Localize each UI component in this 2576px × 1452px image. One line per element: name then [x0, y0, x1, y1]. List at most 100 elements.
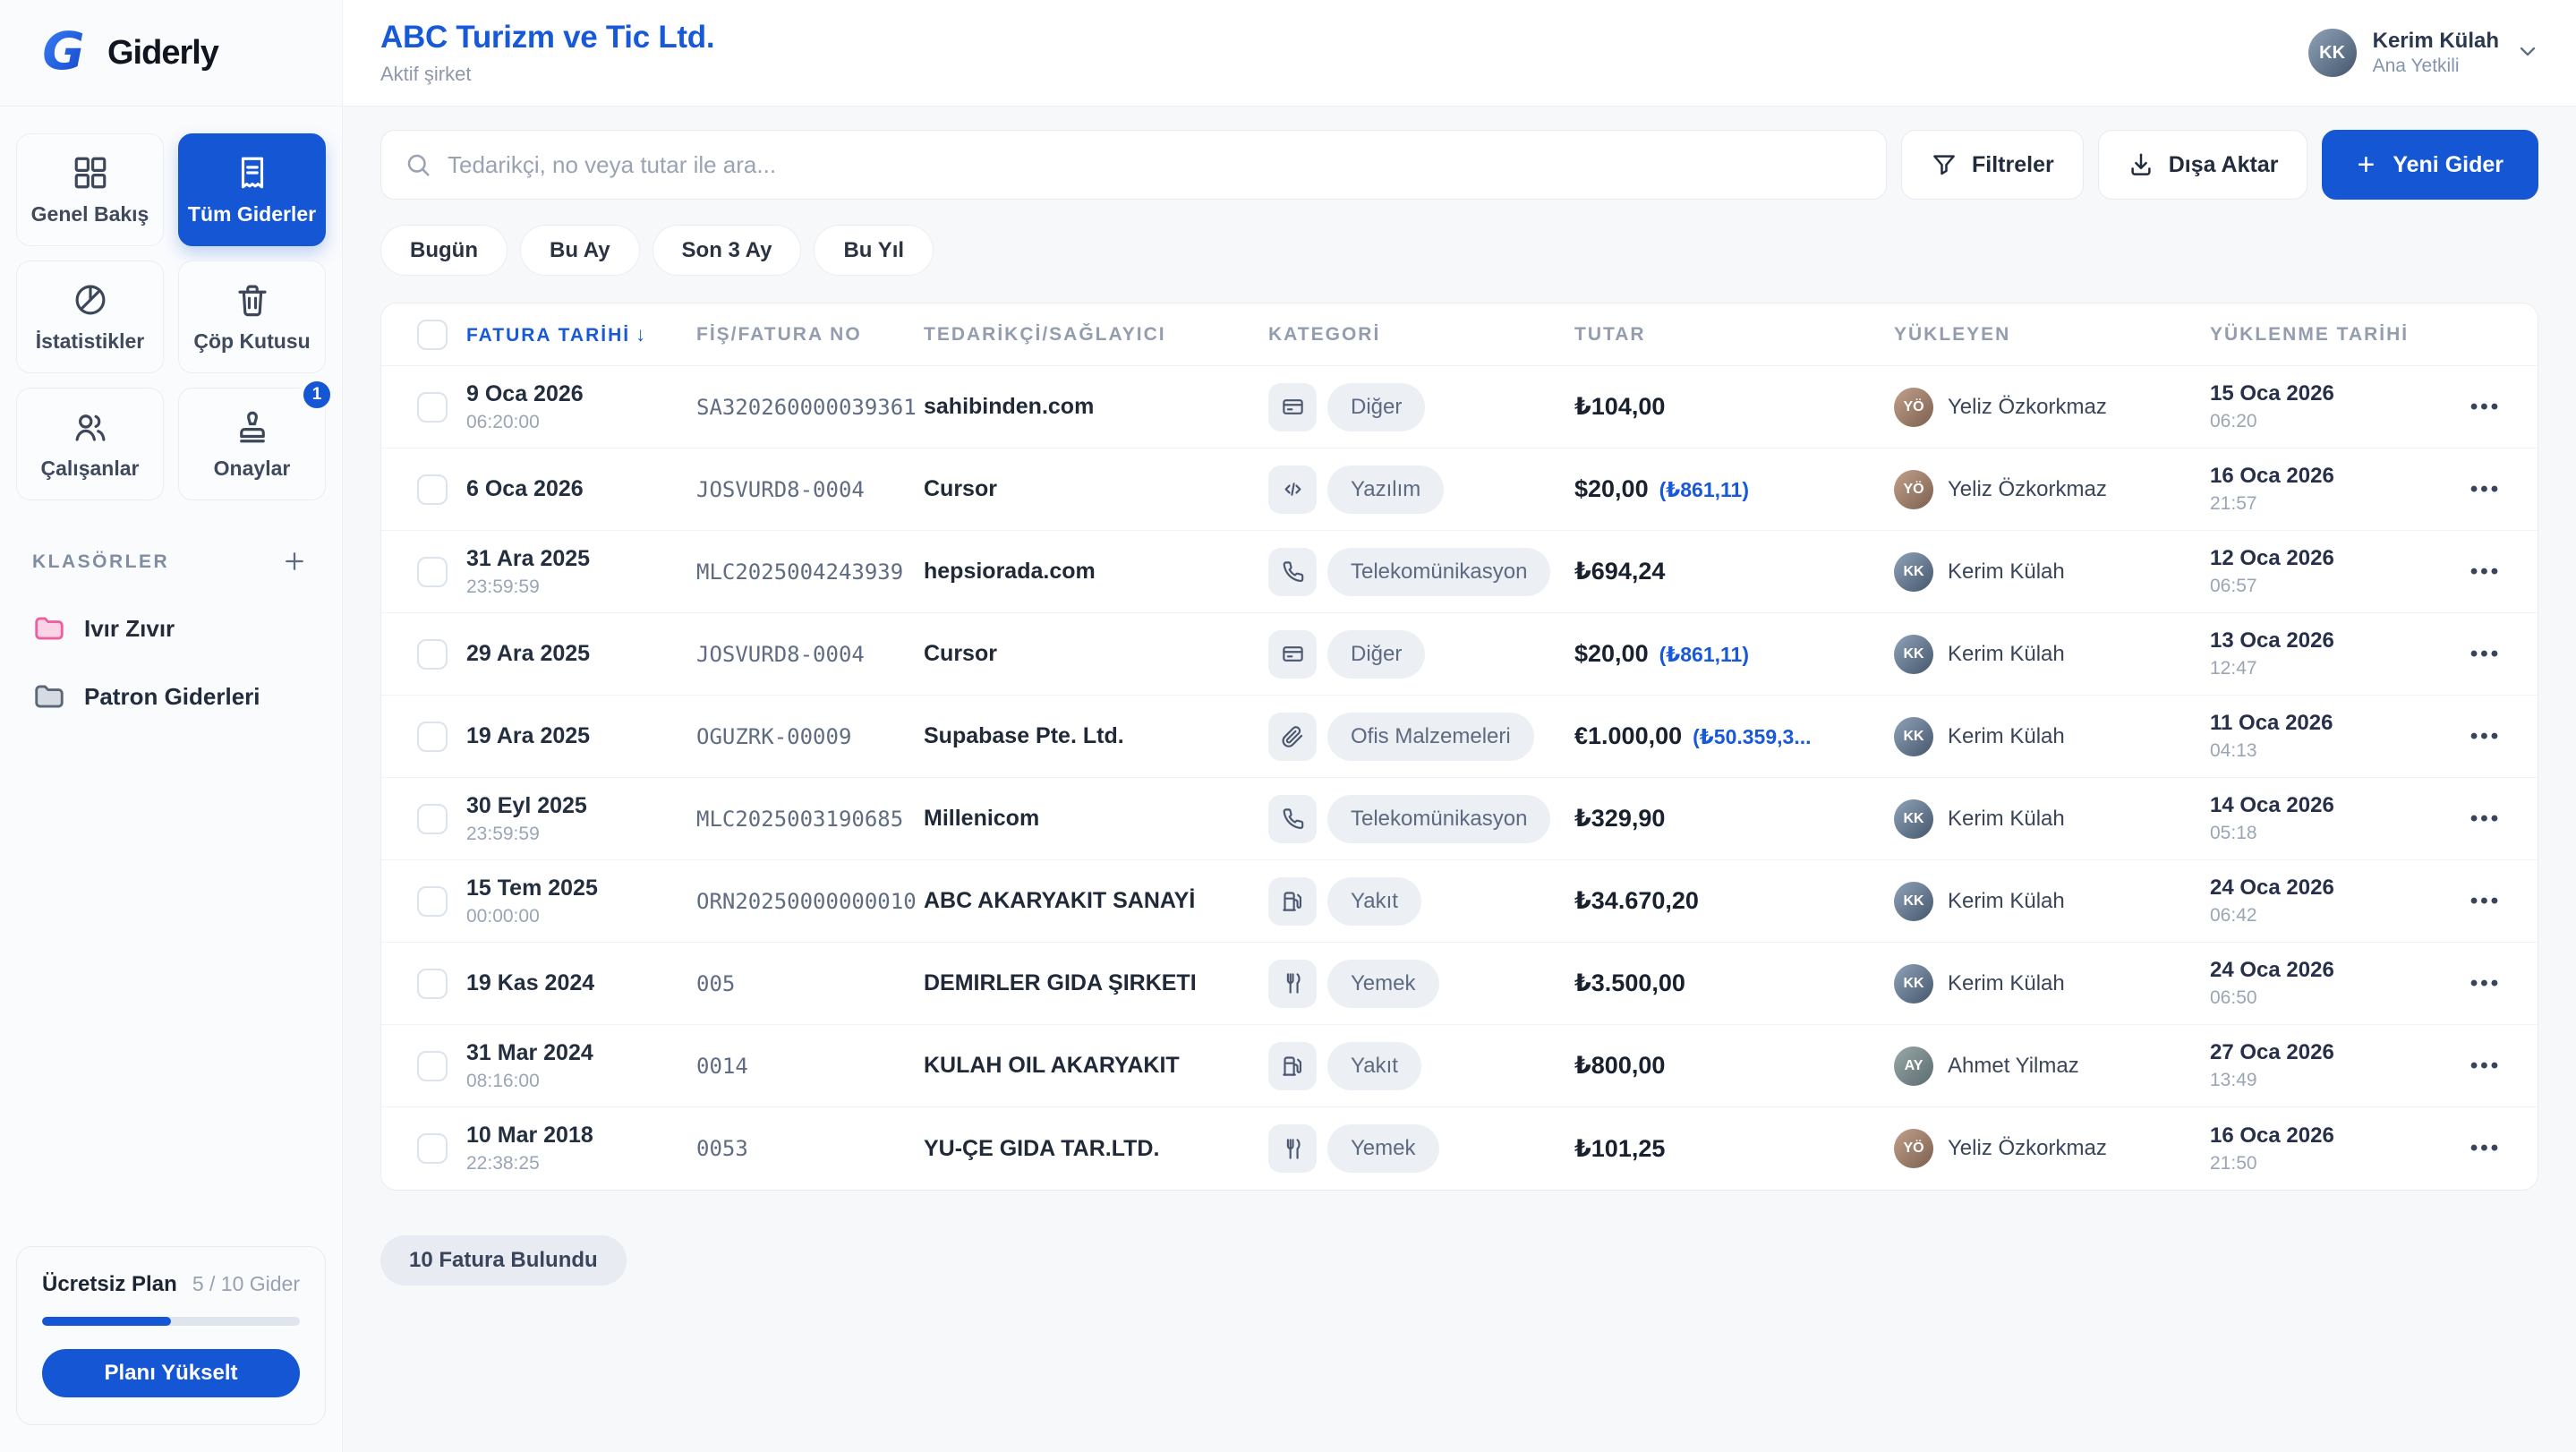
- table-row[interactable]: 19 Ara 2025OGUZRK-00009Supabase Pte. Ltd…: [381, 696, 2538, 778]
- category-cell: Diğer: [1268, 630, 1574, 679]
- table-row[interactable]: 6 Oca 2026JOSVURD8-0004CursorYazılım$20,…: [381, 448, 2538, 531]
- category-chip: Yemek: [1327, 1124, 1439, 1173]
- column-header[interactable]: FATURA TARİHİ↓: [466, 323, 696, 346]
- column-header[interactable]: FİŞ/FATURA NO: [696, 324, 924, 346]
- quick-filter-chip[interactable]: Bu Yıl: [814, 225, 934, 276]
- sidebar-item-users[interactable]: Çalışanlar: [16, 388, 164, 500]
- row-menu-button[interactable]: •••: [2470, 889, 2501, 914]
- avatar: KK: [1894, 635, 1933, 674]
- add-folder-button[interactable]: [279, 547, 310, 577]
- category-icon-badge: [1268, 795, 1317, 843]
- upload-date-cell: 16 Oca 202621:57: [2210, 464, 2434, 515]
- row-checkbox[interactable]: [417, 1051, 448, 1081]
- row-checkbox[interactable]: [417, 969, 448, 999]
- row-checkbox[interactable]: [417, 886, 448, 917]
- new-expense-button[interactable]: + Yeni Gider: [2322, 130, 2538, 200]
- row-menu-button[interactable]: •••: [2470, 1054, 2501, 1079]
- select-all-checkbox[interactable]: [417, 320, 448, 350]
- amount-cell: ₺34.670,20: [1574, 887, 1894, 915]
- row-checkbox[interactable]: [417, 1133, 448, 1164]
- row-menu-button[interactable]: •••: [2470, 642, 2501, 667]
- paperclip-icon: [1281, 724, 1305, 748]
- stamp-icon: [234, 408, 271, 446]
- row-menu-button[interactable]: •••: [2470, 559, 2501, 585]
- row-checkbox[interactable]: [417, 557, 448, 587]
- category-cell: Telekomünikasyon: [1268, 795, 1574, 843]
- table-row[interactable]: 31 Ara 202523:59:59MLC2025004243939hepsi…: [381, 531, 2538, 613]
- row-checkbox[interactable]: [417, 474, 448, 505]
- category-chip: Telekomünikasyon: [1327, 548, 1550, 596]
- row-actions: •••: [2434, 807, 2538, 832]
- row-actions: •••: [2434, 971, 2538, 996]
- column-header[interactable]: YÜKLEYEN: [1894, 324, 2210, 346]
- trash-icon: [234, 281, 271, 319]
- quick-filter-chip[interactable]: Bugün: [380, 225, 508, 276]
- user-name: Kerim Külah: [2373, 29, 2499, 54]
- folders-title: KLASÖRLER: [32, 551, 169, 573]
- table-row[interactable]: 9 Oca 202606:20:00SA320260000039361sahib…: [381, 366, 2538, 448]
- quick-filter-chip[interactable]: Bu Ay: [520, 225, 640, 276]
- sidebar-item-stamp[interactable]: Onaylar1: [178, 388, 326, 500]
- filters-button[interactable]: Filtreler: [1901, 130, 2084, 200]
- avatar: KK: [1894, 799, 1933, 839]
- export-button[interactable]: Dışa Aktar: [2098, 130, 2308, 200]
- table-row[interactable]: 15 Tem 202500:00:00ORN20250000000010ABC …: [381, 860, 2538, 943]
- uploader-cell: KKKerim Külah: [1894, 964, 2210, 1004]
- table-row[interactable]: 10 Mar 201822:38:250053YU-ÇE GIDA TAR.LT…: [381, 1107, 2538, 1190]
- table-row[interactable]: 19 Kas 2024005DEMIRLER GIDA ŞIRKETIYemek…: [381, 943, 2538, 1025]
- supplier-cell: Supabase Pte. Ltd.: [924, 723, 1268, 749]
- avatar: YÖ: [1894, 470, 1933, 509]
- document-number-cell: 005: [696, 971, 924, 996]
- quick-filter-chip[interactable]: Son 3 Ay: [653, 225, 802, 276]
- utensils-icon: [1281, 1137, 1305, 1161]
- row-checkbox[interactable]: [417, 804, 448, 834]
- search-input[interactable]: [448, 151, 1863, 179]
- expenses-table: FATURA TARİHİ↓FİŞ/FATURA NOTEDARİKÇİ/SAĞ…: [380, 303, 2538, 1191]
- sort-arrow-icon: ↓: [635, 323, 647, 346]
- row-menu-button[interactable]: •••: [2470, 807, 2501, 832]
- sidebar-item-label: Tüm Giderler: [188, 202, 316, 226]
- table-row[interactable]: 30 Eyl 202523:59:59MLC2025003190685Mille…: [381, 778, 2538, 860]
- folders-header: KLASÖRLER: [32, 547, 310, 577]
- column-header[interactable]: KATEGORİ: [1268, 324, 1574, 346]
- column-header[interactable]: TUTAR: [1574, 324, 1894, 346]
- category-chip: Yemek: [1327, 960, 1439, 1008]
- user-menu[interactable]: KK Kerim Külah Ana Yetkili: [2308, 29, 2540, 77]
- document-number-cell: SA320260000039361: [696, 395, 924, 420]
- table-row[interactable]: 31 Mar 202408:16:000014KULAH OIL AKARYAK…: [381, 1025, 2538, 1107]
- sidebar-item-trash[interactable]: Çöp Kutusu: [178, 261, 326, 373]
- category-icon-badge: [1268, 383, 1317, 431]
- category-chip: Telekomünikasyon: [1327, 795, 1550, 843]
- row-checkbox[interactable]: [417, 639, 448, 670]
- table-row[interactable]: 29 Ara 2025JOSVURD8-0004CursorDiğer$20,0…: [381, 613, 2538, 696]
- column-header[interactable]: TEDARİKÇİ/SAĞLAYICI: [924, 324, 1268, 346]
- row-checkbox[interactable]: [417, 392, 448, 423]
- row-menu-button[interactable]: •••: [2470, 395, 2501, 420]
- sidebar-item-pie[interactable]: İstatistikler: [16, 261, 164, 373]
- uploader-cell: KKKerim Külah: [1894, 799, 2210, 839]
- column-header[interactable]: YÜKLENME TARİHİ: [2210, 324, 2434, 346]
- folder-item[interactable]: Patron Giderleri: [32, 679, 310, 713]
- plus-icon: [281, 548, 308, 575]
- row-menu-button[interactable]: •••: [2470, 724, 2501, 749]
- folder-item[interactable]: Ivır Zıvır: [32, 611, 310, 645]
- sidebar-item-grid[interactable]: Genel Bakış: [16, 133, 164, 246]
- category-cell: Yemek: [1268, 960, 1574, 1008]
- row-menu-button[interactable]: •••: [2470, 1136, 2501, 1161]
- row-menu-button[interactable]: •••: [2470, 477, 2501, 502]
- plan-name: Ücretsiz Plan: [42, 1272, 177, 1297]
- sidebar-item-receipt[interactable]: Tüm Giderler: [178, 133, 326, 246]
- user-role: Ana Yetkili: [2373, 56, 2499, 77]
- brand-logo: G Giderly: [0, 0, 342, 107]
- upload-date-cell: 14 Oca 202605:18: [2210, 793, 2434, 844]
- folder-name: Patron Giderleri: [84, 683, 260, 711]
- document-number-cell: JOSVURD8-0004: [696, 642, 924, 667]
- document-number-cell: ORN20250000000010: [696, 889, 924, 914]
- upload-date-cell: 24 Oca 202606:50: [2210, 958, 2434, 1009]
- topbar: ABC Turizm ve Tic Ltd. Aktif şirket KK K…: [343, 0, 2576, 107]
- upgrade-plan-button[interactable]: Planı Yükselt: [42, 1349, 300, 1397]
- supplier-cell: sahibinden.com: [924, 394, 1268, 420]
- category-cell: Ofis Malzemeleri: [1268, 713, 1574, 761]
- row-checkbox[interactable]: [417, 722, 448, 752]
- row-menu-button[interactable]: •••: [2470, 971, 2501, 996]
